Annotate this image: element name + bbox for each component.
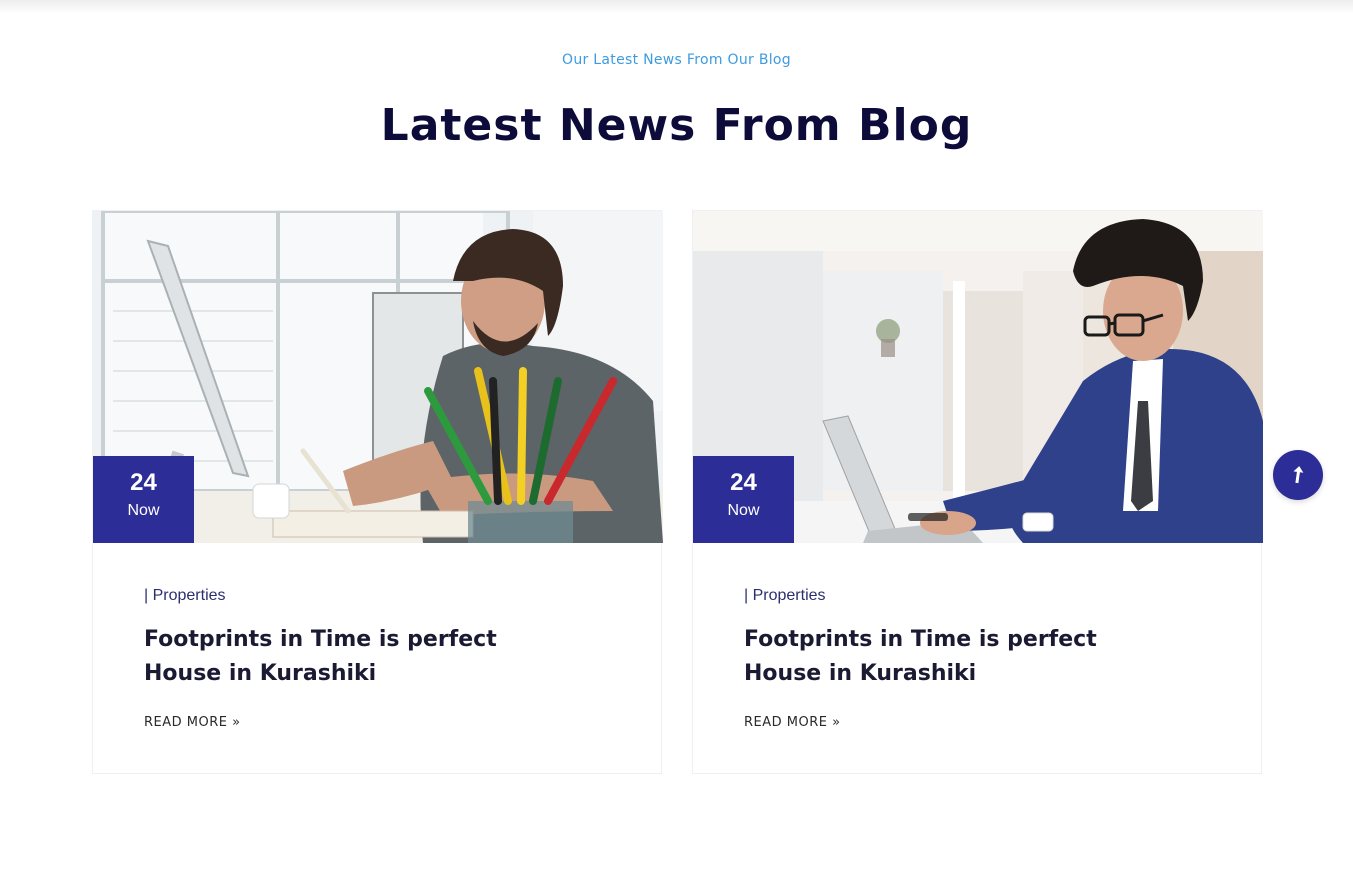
section-subtitle: Our Latest News From Our Blog (562, 52, 791, 68)
read-more-link[interactable]: READ MORE » (744, 715, 841, 730)
blog-card-body: | Properties Footprints in Time is perfe… (144, 587, 624, 731)
date-badge: 24 Now (693, 456, 794, 543)
blog-card: 24 Now | Properties Footprints in Time i… (692, 210, 1263, 774)
card-title-link[interactable]: Footprints in Time is perfect House in K… (744, 623, 1104, 691)
date-day: 24 (130, 469, 157, 496)
scroll-to-top-button[interactable] (1273, 450, 1323, 500)
blog-card: 24 Now | Properties Footprints in Time i… (92, 210, 663, 774)
section-title: Latest News From Blog (380, 100, 973, 151)
blog-card-body: | Properties Footprints in Time is perfe… (744, 587, 1224, 731)
card-category-link[interactable]: | Properties (144, 587, 624, 605)
date-label: Now (127, 502, 160, 519)
card-title-link[interactable]: Footprints in Time is perfect House in K… (144, 623, 504, 691)
date-day: 24 (730, 469, 757, 496)
read-more-link[interactable]: READ MORE » (144, 715, 241, 730)
card-category-link[interactable]: | Properties (744, 587, 1224, 605)
date-badge: 24 Now (93, 456, 194, 543)
arrow-up-icon (1293, 466, 1304, 484)
header-shadow (0, 0, 1353, 14)
date-label: Now (727, 502, 760, 519)
